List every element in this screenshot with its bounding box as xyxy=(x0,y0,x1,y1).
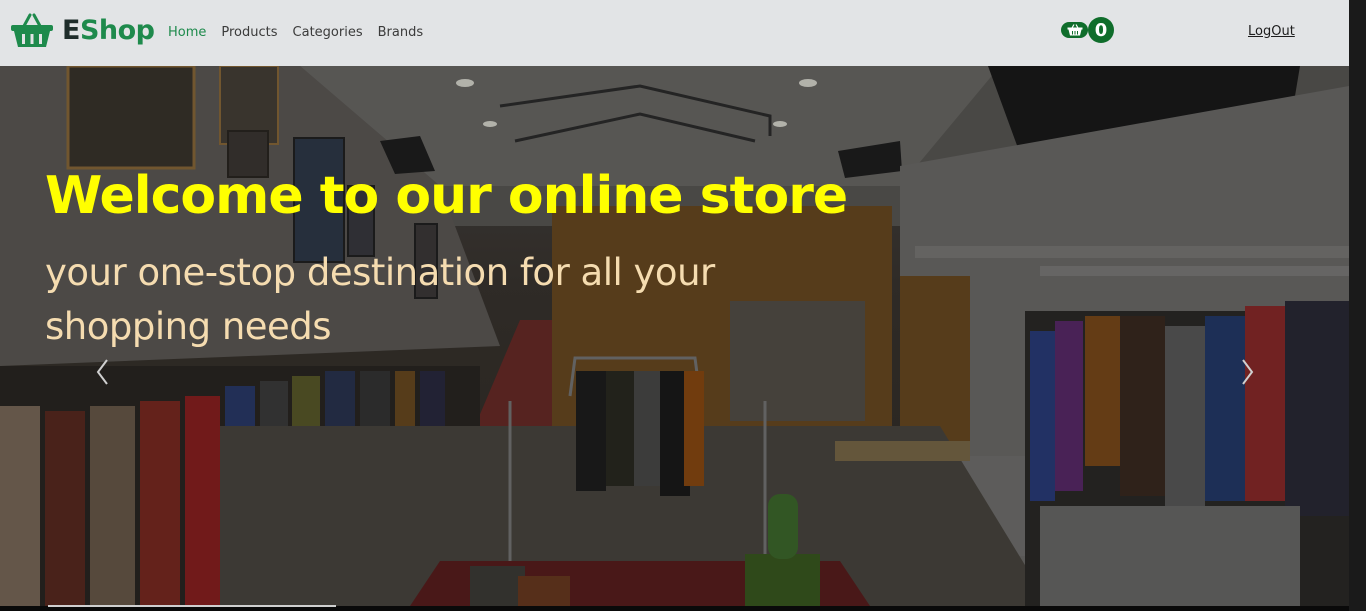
chevron-right-icon xyxy=(1242,359,1254,385)
cart-count-badge: 0 xyxy=(1088,17,1114,43)
hero-title: Welcome to our online store xyxy=(45,166,848,226)
brand-name: EShop xyxy=(62,13,155,49)
nav-link-categories[interactable]: Categories xyxy=(293,24,363,41)
carousel-next-button[interactable] xyxy=(1237,352,1257,392)
brand-name-shop: Shop xyxy=(79,15,155,46)
hero-carousel: Welcome to our online store your one-sto… xyxy=(0,66,1349,606)
brand-logo-link[interactable]: EShop xyxy=(10,13,155,49)
page-scrollbar[interactable] xyxy=(1349,0,1366,611)
nav-link-products[interactable]: Products xyxy=(221,24,277,41)
nav-link-brands[interactable]: Brands xyxy=(378,24,424,41)
carousel-indicator-active[interactable] xyxy=(48,605,336,607)
hero-subtitle: your one-stop destination for all your s… xyxy=(45,251,715,348)
cart-icon-badge xyxy=(1061,22,1088,38)
brand-name-e: E xyxy=(62,15,80,46)
logout-link[interactable]: LogOut xyxy=(1248,24,1295,39)
carousel-prev-button[interactable] xyxy=(93,352,113,392)
chevron-left-icon xyxy=(96,359,108,385)
navbar: EShop Home Products Categories Brands 0 … xyxy=(0,0,1349,66)
cart-button[interactable]: 0 xyxy=(1061,17,1114,43)
nav-link-home[interactable]: Home xyxy=(168,24,206,41)
nav-links: Home Products Categories Brands xyxy=(168,24,438,41)
shopping-basket-icon xyxy=(11,13,53,47)
shopping-basket-icon xyxy=(1067,24,1082,36)
